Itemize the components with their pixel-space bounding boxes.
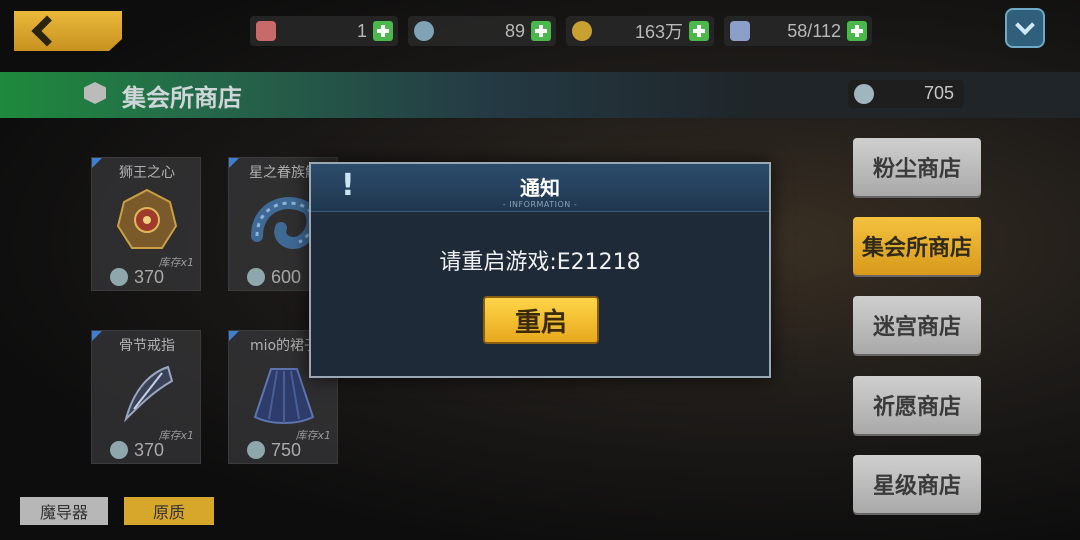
gem-icon — [414, 21, 434, 41]
add-gem-button[interactable] — [531, 21, 551, 41]
filter-essence[interactable]: 原质 — [124, 497, 214, 525]
item-name: 骨节戒指 — [119, 338, 175, 354]
add-gold-button[interactable] — [689, 21, 709, 41]
shop-item-bone-ring[interactable]: 骨节戒指 库存x1 370 — [91, 330, 201, 464]
resource-gold: 163万 — [566, 16, 714, 46]
item-price: 370 — [134, 440, 165, 460]
add-ticket-button[interactable] — [373, 21, 393, 41]
dialog-subtitle: - INFORMATION - — [502, 200, 578, 209]
lion-heart-emblem-icon — [116, 188, 178, 249]
item-price: 750 — [271, 440, 302, 460]
dialog-message: 请重启游戏:E21218 — [439, 250, 641, 275]
shop-item-lion-heart[interactable]: 狮王之心 库存x1 370 — [91, 157, 201, 291]
tab-dust-shop[interactable]: 粉尘商店 — [853, 138, 981, 196]
resource-stamina: 58/112 — [724, 16, 872, 46]
shop-title: 集会所商店 — [122, 84, 242, 112]
price-gem-icon — [247, 441, 265, 459]
bone-ring-icon — [124, 365, 174, 423]
resource-ticket-value: 1 — [356, 20, 367, 41]
menu-toggle-button[interactable] — [1005, 8, 1045, 48]
notice-dialog: ! 通知 - INFORMATION - 请重启游戏:E21218 重启 — [309, 162, 771, 378]
back-button[interactable] — [14, 11, 122, 51]
gold-coin-icon — [572, 21, 592, 41]
add-stamina-button[interactable] — [847, 21, 867, 41]
resource-stamina-value: 58/112 — [787, 20, 841, 41]
back-arrow-icon — [31, 15, 63, 47]
shop-currency-value: 705 — [923, 83, 954, 103]
resource-gem: 89 — [408, 16, 556, 46]
tab-maze-shop[interactable]: 迷宫商店 — [853, 296, 981, 354]
dialog-header: ! 通知 - INFORMATION - — [311, 164, 769, 212]
resource-gem-value: 89 — [504, 20, 525, 41]
resource-gold-value: 163万 — [634, 22, 683, 42]
price-gem-icon — [110, 268, 128, 286]
tab-guild-shop[interactable]: 集会所商店 — [853, 217, 981, 275]
tab-wish-shop[interactable]: 祈愿商店 — [853, 376, 981, 434]
stamina-icon — [730, 21, 750, 41]
restart-button[interactable]: 重启 — [483, 296, 599, 344]
item-price: 600 — [271, 267, 302, 287]
dialog-title: 通知 — [520, 176, 560, 200]
price-gem-icon — [247, 268, 265, 286]
filter-magic-device[interactable]: 魔导器 — [20, 497, 108, 525]
item-name: 狮王之心 — [119, 165, 175, 181]
price-gem-icon — [110, 441, 128, 459]
shop-currency-icon — [854, 84, 874, 104]
shop-currency: 705 — [848, 80, 964, 108]
item-price: 370 — [134, 267, 165, 287]
tab-star-shop[interactable]: 星级商店 — [853, 455, 981, 513]
ticket-icon — [256, 21, 276, 41]
chevron-down-icon — [1015, 15, 1035, 36]
resource-ticket: 1 — [250, 16, 398, 46]
